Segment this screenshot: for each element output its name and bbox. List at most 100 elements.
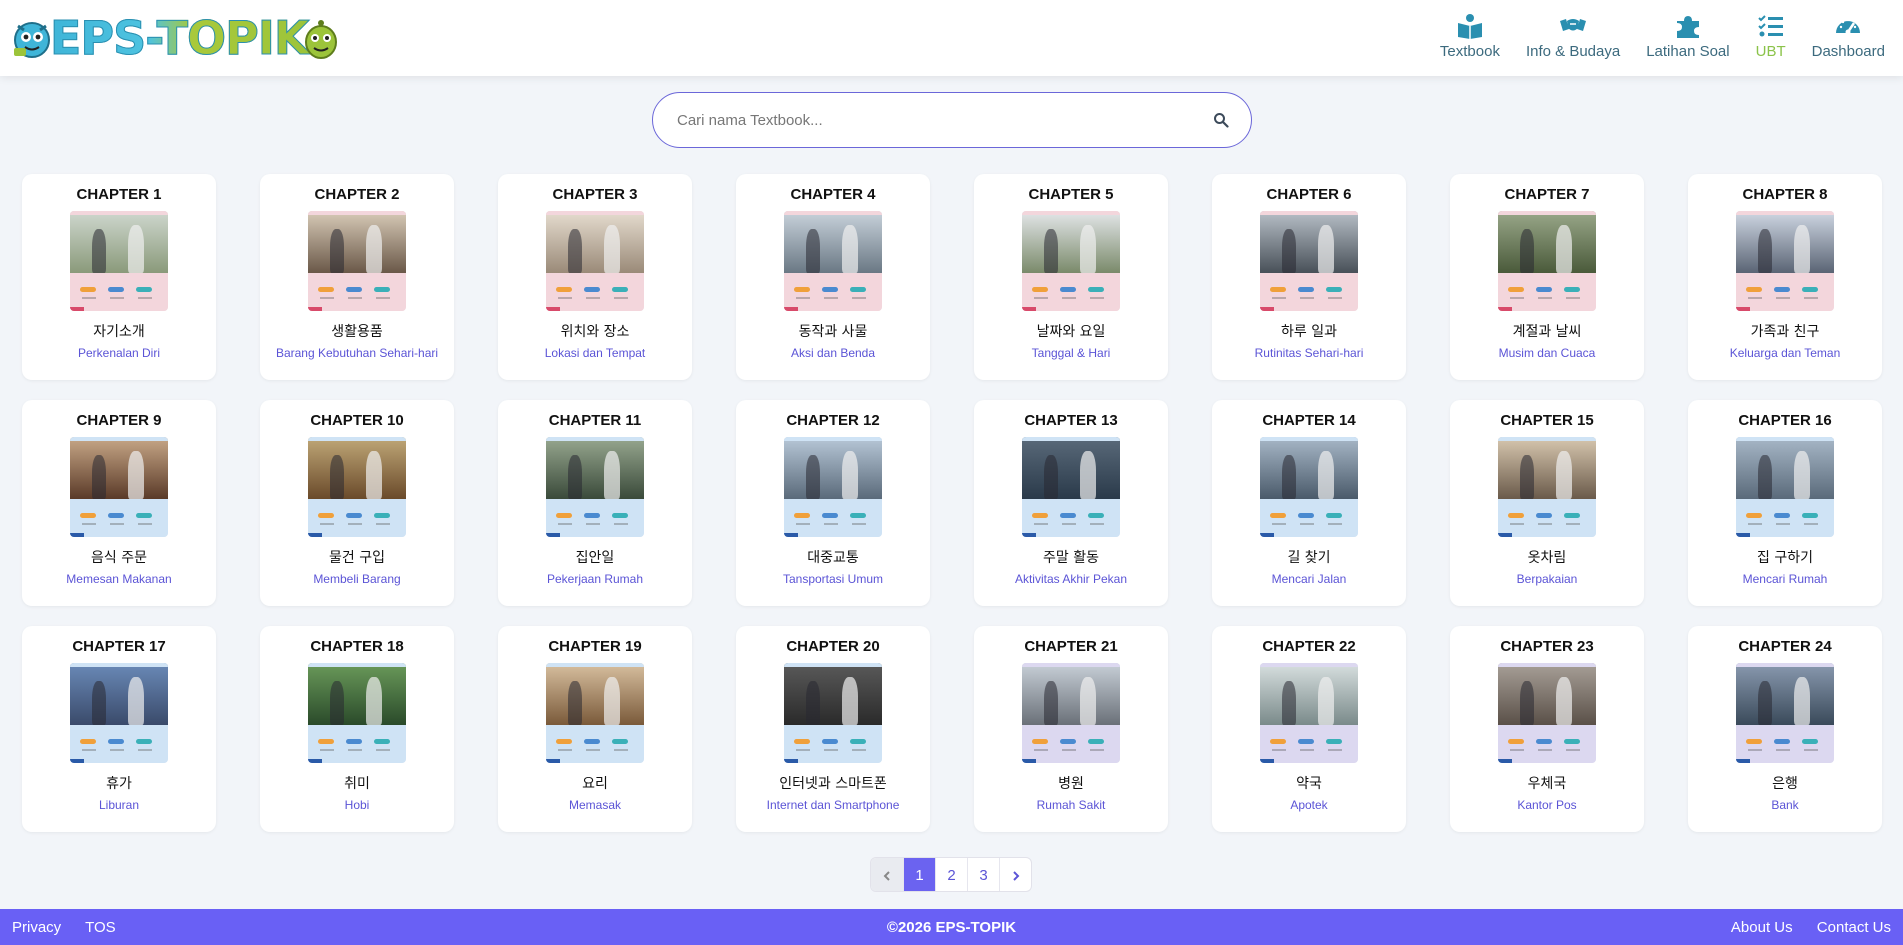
site-logo[interactable]: EPS-TOPIK (8, 0, 341, 76)
chapter-indonesian-title: Mencari Jalan (1271, 572, 1347, 586)
chapter-title: CHAPTER 8 (1742, 186, 1828, 203)
chapter-thumbnail[interactable] (1736, 211, 1834, 311)
chapter-thumbnail[interactable] (1022, 211, 1120, 311)
thumbnail-panel (546, 273, 644, 311)
prev-page-button[interactable] (871, 858, 903, 891)
chapter-card[interactable]: CHAPTER 9 음식 주문 Memesan Makanan (22, 400, 216, 606)
chapter-title: CHAPTER 19 (548, 638, 642, 655)
chapter-card[interactable]: CHAPTER 16 집 구하기 Mencari Rumah (1688, 400, 1882, 606)
chapter-card[interactable]: CHAPTER 15 옷차림 Berpakaian (1450, 400, 1644, 606)
thumbnail-figure (568, 229, 582, 273)
chapter-title: CHAPTER 15 (1500, 412, 1594, 429)
thumbnail-pill (1060, 287, 1076, 292)
nav-dashboard[interactable]: Dashboard (1812, 13, 1885, 76)
chapter-thumbnail[interactable] (308, 663, 406, 763)
chapter-card[interactable]: CHAPTER 19 요리 Memasak (498, 626, 692, 832)
thumbnail-pill (1564, 287, 1580, 292)
thumbnail-line (558, 297, 572, 299)
chapter-card[interactable]: CHAPTER 23 우체국 Kantor Pos (1450, 626, 1644, 832)
privacy-link[interactable]: Privacy (12, 919, 61, 936)
chapter-thumbnail[interactable] (70, 663, 168, 763)
chapter-korean-title: 요리 (582, 776, 608, 792)
chapter-thumbnail[interactable] (70, 211, 168, 311)
chapter-thumbnail[interactable] (1498, 437, 1596, 537)
chapter-thumbnail[interactable] (1022, 663, 1120, 763)
thumbnail-pill (822, 287, 838, 292)
chapter-thumbnail[interactable] (1736, 437, 1834, 537)
chapter-thumbnail[interactable] (1498, 211, 1596, 311)
chapter-thumbnail[interactable] (1260, 663, 1358, 763)
thumbnail-line (376, 749, 390, 751)
thumbnail-panel (1498, 273, 1596, 311)
chapter-thumbnail[interactable] (784, 663, 882, 763)
nav-textbook[interactable]: Textbook (1440, 13, 1500, 76)
chapter-card[interactable]: CHAPTER 7 계절과 날씨 Musim dan Cuaca (1450, 174, 1644, 380)
thumbnail-line (558, 749, 572, 751)
chapter-card[interactable]: CHAPTER 10 물건 구입 Membeli Barang (260, 400, 454, 606)
chapter-card[interactable]: CHAPTER 21 병원 Rumah Sakit (974, 626, 1168, 832)
chapter-card[interactable]: CHAPTER 1 자기소개 Perkenalan Diri (22, 174, 216, 380)
chapter-card[interactable]: CHAPTER 11 집안일 Pekerjaan Rumah (498, 400, 692, 606)
chapter-thumbnail[interactable] (1498, 663, 1596, 763)
chapter-card[interactable]: CHAPTER 3 위치와 장소 Lokasi dan Tempat (498, 174, 692, 380)
chapter-title: CHAPTER 13 (1024, 412, 1118, 429)
chapter-thumbnail[interactable] (1260, 437, 1358, 537)
chapter-indonesian-title: Kantor Pos (1517, 798, 1577, 812)
nav-label: Info & Budaya (1525, 43, 1621, 60)
chapter-card[interactable]: CHAPTER 4 동작과 사물 Aksi dan Benda (736, 174, 930, 380)
thumbnail-pill (584, 513, 600, 518)
chapter-thumbnail[interactable] (70, 437, 168, 537)
chapter-card[interactable]: CHAPTER 24 은행 Bank (1688, 626, 1882, 832)
thumbnail-line (1804, 523, 1818, 525)
chapter-card[interactable]: CHAPTER 17 휴가 Liburan (22, 626, 216, 832)
thumbnail-line (1022, 307, 1036, 311)
thumbnail-line (1272, 297, 1286, 299)
pagination: 1 2 3 (870, 857, 1032, 892)
chapter-thumbnail[interactable] (784, 437, 882, 537)
chapter-thumbnail[interactable] (1736, 663, 1834, 763)
about-us-link[interactable]: About Us (1731, 919, 1793, 936)
chapter-card[interactable]: CHAPTER 8 가족과 친구 Keluarga dan Teman (1688, 174, 1882, 380)
thumbnail-line (1748, 297, 1762, 299)
chapter-card[interactable]: CHAPTER 5 날짜와 요일 Tanggal & Hari (974, 174, 1168, 380)
nav-latihan-soal[interactable]: Latihan Soal (1646, 13, 1730, 76)
thumbnail-pill (1298, 287, 1314, 292)
thumbnail-line (1748, 523, 1762, 525)
thumbnail-photo (784, 437, 882, 499)
thumbnail-panel (1260, 273, 1358, 311)
chapter-thumbnail[interactable] (308, 437, 406, 537)
thumbnail-pill (556, 513, 572, 518)
chapter-card[interactable]: CHAPTER 18 취미 Hobi (260, 626, 454, 832)
chapter-card[interactable]: CHAPTER 14 길 찾기 Mencari Jalan (1212, 400, 1406, 606)
chapter-card[interactable]: CHAPTER 13 주말 활동 Aktivitas Akhir Pekan (974, 400, 1168, 606)
page-2-button[interactable]: 2 (935, 858, 967, 891)
chapter-thumbnail[interactable] (1260, 211, 1358, 311)
chapter-card[interactable]: CHAPTER 20 인터넷과 스마트폰 Internet dan Smartpho… (736, 626, 930, 832)
chapter-thumbnail[interactable] (546, 437, 644, 537)
chapter-thumbnail[interactable] (784, 211, 882, 311)
chapter-thumbnail[interactable] (308, 211, 406, 311)
nav-label: Latihan Soal (1646, 43, 1730, 60)
thumbnail-line (1022, 759, 1036, 763)
thumbnail-line (376, 523, 390, 525)
tos-link[interactable]: TOS (85, 919, 116, 936)
chapter-title: CHAPTER 21 (1024, 638, 1118, 655)
chapter-card[interactable]: CHAPTER 22 약국 Apotek (1212, 626, 1406, 832)
next-page-button[interactable] (999, 858, 1031, 891)
nav-info-budaya[interactable]: Info & Budaya (1526, 13, 1620, 76)
search-input[interactable] (677, 111, 1213, 129)
search-icon[interactable] (1213, 112, 1229, 128)
contact-us-link[interactable]: Contact Us (1817, 919, 1891, 936)
nav-ubt[interactable]: UBT (1756, 13, 1786, 76)
chapter-thumbnail[interactable] (1022, 437, 1120, 537)
chapter-card[interactable]: CHAPTER 12 대중교통 Tansportasi Umum (736, 400, 930, 606)
chapter-card[interactable]: CHAPTER 2 생활용품 Barang Kebutuhan Sehari-har… (260, 174, 454, 380)
chapter-card[interactable]: CHAPTER 6 하루 일과 Rutinitas Sehari-hari (1212, 174, 1406, 380)
chapter-thumbnail[interactable] (546, 663, 644, 763)
page-1-button[interactable]: 1 (903, 858, 935, 891)
page-3-button[interactable]: 3 (967, 858, 999, 891)
thumbnail-pill (1298, 739, 1314, 744)
thumbnail-stripe (1498, 211, 1596, 215)
thumbnail-pill (108, 513, 124, 518)
chapter-thumbnail[interactable] (546, 211, 644, 311)
